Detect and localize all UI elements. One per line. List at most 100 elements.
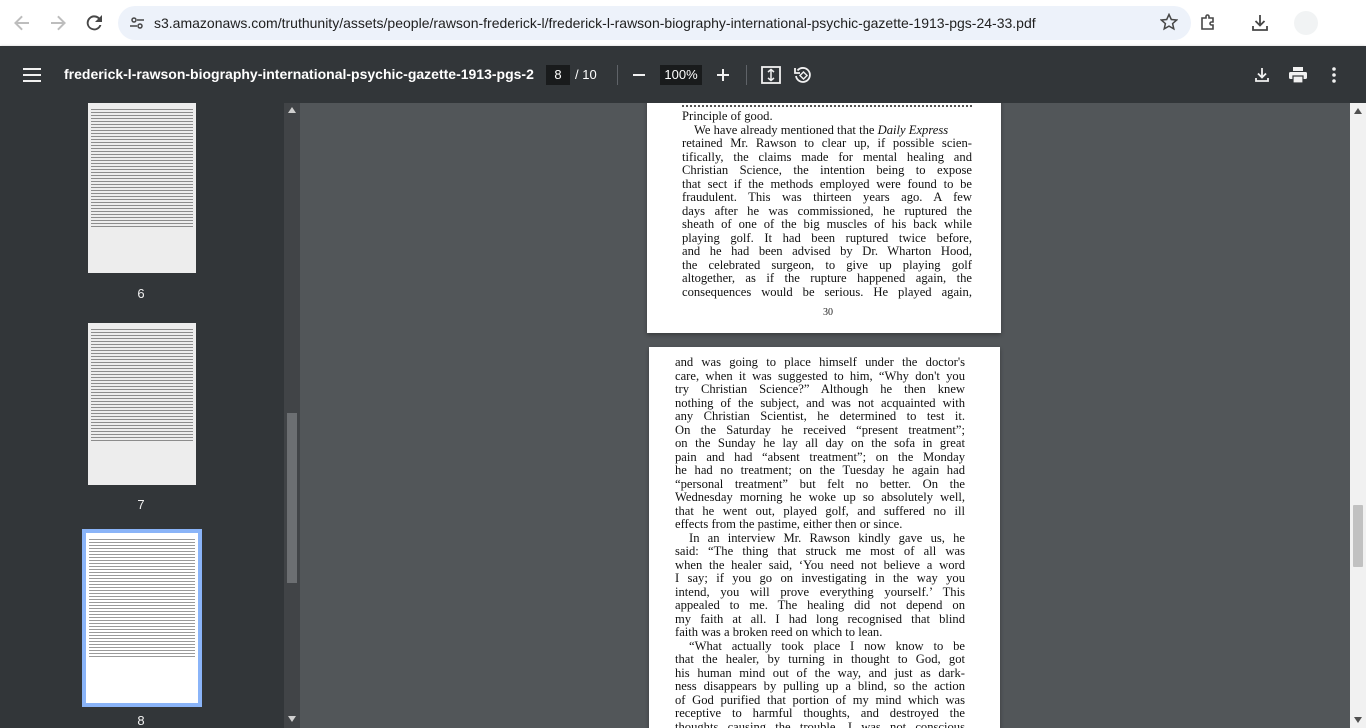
pdf-download-button[interactable] [1249,62,1275,88]
scroll-up-arrow[interactable] [288,107,296,113]
thumbnail-text-line [91,187,193,188]
text-line: nothing of the subject, and was not acqu… [675,395,965,410]
thumbnail-page-6[interactable] [88,103,196,273]
print-button[interactable] [1285,62,1311,88]
thumbnail-text-line [91,175,193,176]
site-info-button[interactable] [120,6,154,40]
thumbnail-text-line [91,178,193,179]
thumbnail-text-line [91,190,193,191]
menu-icon [23,67,41,82]
thumbnail-text-line [91,344,193,345]
text-line: Principle of good. [682,109,773,123]
thumbnail-sidebar: 6 7 8 [0,103,300,728]
thumbnail-text-line [91,130,193,131]
text-line: sheath of one of the big muscles of his … [682,217,972,231]
thumbnail-text-line [89,557,195,558]
site-info-icon [130,17,144,29]
zoom-in-button[interactable] [710,62,736,88]
forward-button[interactable] [40,5,76,41]
thumbnail-text-line [91,109,193,110]
thumbnail-text-line [89,581,195,582]
text-span: We have already mentioned that the [694,122,878,137]
thumbnail-text-line [91,356,193,357]
zoom-out-button[interactable] [626,62,652,88]
text-line: Wednesday morning he woke up so absolute… [675,490,965,504]
thumbnail-text-line [89,656,195,657]
thumbnail-text-line [89,560,195,561]
thumbnail-text-line [91,145,193,146]
thumbnail-text-line [89,596,195,597]
thumbnail-text-line [91,223,193,224]
sidebar-scrollbar[interactable] [284,103,300,728]
thumbnail-text-line [91,338,193,339]
text-line: that he went out, played golf, and suffe… [675,503,965,518]
scroll-down-arrow[interactable] [1354,717,1362,723]
thumbnail-text-line [89,632,195,633]
thumbnail-page-7[interactable] [88,323,196,485]
thumbnail-text-line [89,635,195,636]
thumbnail-text-line [91,392,193,393]
zoom-input[interactable]: 100% [660,65,702,85]
thumbnail-text-line [91,395,193,396]
text-line: On the Saturday he received “present tre… [675,422,965,437]
text-line: his human mind out of the way, and just … [675,665,965,680]
thumbnail-text-line [89,551,195,552]
text-line: retained Mr. Rawson to clear up, if poss… [682,136,972,150]
rotate-button[interactable] [790,62,816,88]
thumbnail-text-line [89,626,195,627]
thumbnail-text-line [91,401,193,402]
viewer-scrollbar[interactable] [1350,103,1366,728]
minus-icon [633,74,645,76]
thumbnail-text-line [91,136,193,137]
text-line: said: “The thing that struck me most of … [675,544,965,558]
scrollbar-thumb[interactable] [287,413,297,583]
sidebar-menu-button[interactable] [10,53,54,97]
text-line: In an interview Mr. Rawson kindly gave u… [689,530,965,545]
thumbnail-text-line [91,217,193,218]
plus-icon [717,69,729,81]
thumbnail-text-line [91,112,193,113]
scroll-down-arrow[interactable] [288,716,296,722]
text-line: consequences would be serious. He played… [682,284,972,299]
more-options-button[interactable] [1321,62,1347,88]
thumbnail-text-line [91,202,193,203]
thumbnail-text-line [91,428,193,429]
thumbnail-text-line [91,359,193,360]
thumbnail-text-line [89,548,195,549]
text-line: care, when it was suggested to him, “Why… [675,368,965,383]
thumbnail-text-line [89,572,195,573]
fit-to-page-button[interactable] [758,62,784,88]
thumbnail-text-line [91,440,193,441]
downloads-button[interactable] [1242,5,1278,41]
text-line: intend, you will prove everything yourse… [675,584,965,599]
bookmark-star-button[interactable] [1159,12,1179,33]
reload-button[interactable] [76,5,112,41]
thumbnail-text-line [91,353,193,354]
page-number-input[interactable]: 8 [546,65,570,85]
thumbnail-text-line [91,196,193,197]
thumbnail-text-line [91,410,193,411]
scrollbar-thumb[interactable] [1353,505,1363,567]
text-line: receptive to harmful thoughts, and destr… [675,706,965,720]
url-text[interactable]: s3.amazonaws.com/truthunity/assets/peopl… [154,15,1036,31]
text-line: try Christian Science?” Although he then… [675,382,965,396]
scroll-up-arrow[interactable] [1354,108,1362,114]
thumbnail-text-line [91,220,193,221]
profile-avatar[interactable] [1294,11,1318,35]
thumbnail-text-line [91,437,193,438]
thumbnail-text-line [89,638,195,639]
thumbnail-text-line [91,329,193,330]
extensions-button[interactable] [1190,5,1226,41]
pdf-page-7: Principle of good. We have already menti… [647,103,1001,333]
address-bar[interactable]: s3.amazonaws.com/truthunity/assets/peopl… [118,6,1191,40]
thumbnail-text-line [91,163,193,164]
back-button[interactable] [4,5,40,41]
text-line: thoughts causing the trouble. I was not … [675,719,965,728]
more-icon [1332,67,1336,83]
text-line: tifically, the claims made for mental he… [682,149,972,164]
text-line: my faith at all. I had long recognised t… [675,611,965,626]
thumbnail-text-line [89,578,195,579]
text-line: when the healer said, ‘You need not beli… [675,557,965,572]
thumbnail-page-8[interactable] [82,529,202,707]
thumbnail-text-line [91,121,193,122]
